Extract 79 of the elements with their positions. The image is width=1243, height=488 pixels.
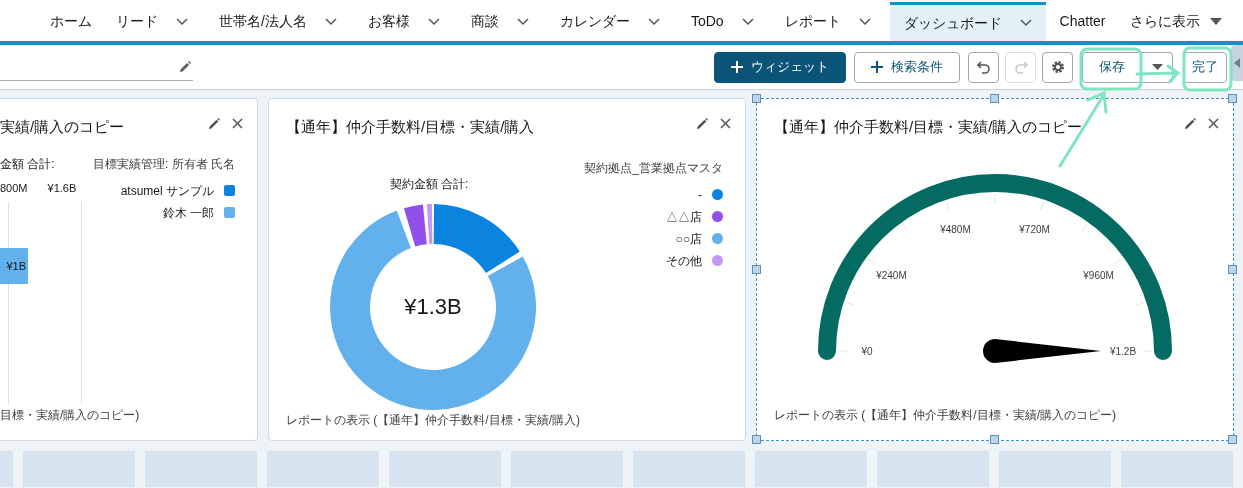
redo-icon: [1013, 60, 1028, 74]
nav-tab[interactable]: Chatter: [1059, 2, 1130, 41]
plus-icon: [871, 61, 883, 73]
measure-label: 金額 合計:: [0, 155, 56, 173]
report-link[interactable]: レポートの表示 (【通年】仲介手数料/目標・実績/購入): [269, 410, 745, 429]
gauge-tick-label: ¥240M: [876, 268, 907, 283]
annotation-arrow: [1135, 64, 1181, 83]
chevron-down-icon: [176, 17, 188, 26]
resize-handle[interactable]: [1228, 94, 1237, 103]
legend-label: △△店: [666, 208, 702, 226]
chevron-down-icon: [858, 17, 871, 26]
gear-icon: [1050, 60, 1065, 74]
pencil-icon: [1185, 118, 1196, 129]
nav-tab[interactable]: お客様: [367, 2, 471, 41]
nav-tab[interactable]: 商談: [470, 2, 560, 41]
gauge-tick-label: ¥480M: [940, 222, 971, 237]
legend-label: atsumel サンプル: [120, 182, 214, 200]
resize-handle[interactable]: [752, 94, 761, 103]
chevron-down-icon: [427, 17, 440, 26]
pencil-icon: [179, 60, 191, 73]
chevron-down-icon: [741, 17, 754, 26]
total-value: ¥1.3B: [404, 293, 462, 321]
measure-label: 契約金額 合計:: [389, 175, 469, 193]
resize-handle[interactable]: [1228, 264, 1237, 274]
report-link[interactable]: レポートの表示 (【通年】仲介手数料/目標・実績/購入のコピー): [757, 406, 1233, 424]
gauge-tick-label: ¥1.2B: [1109, 344, 1137, 358]
resize-handle[interactable]: [752, 264, 761, 274]
undo-icon: [976, 60, 991, 74]
nav-tab[interactable]: ホーム: [50, 2, 116, 41]
add-widget-button[interactable]: ウィジェット: [714, 51, 846, 83]
caret-down-icon: [1151, 64, 1163, 70]
legend-title: 目標実績管理: 所有者 氏名: [93, 155, 235, 173]
nav-tab[interactable]: リード: [116, 2, 219, 41]
axis-tick: ¥1.6B: [47, 180, 77, 196]
done-button[interactable]: 完了: [1183, 51, 1227, 83]
nav-tab[interactable]: レポート: [784, 2, 890, 41]
report-link[interactable]: 目標・実績/購入のコピー): [0, 406, 257, 424]
close-icon: [1208, 118, 1219, 129]
bar: ¥1B: [0, 248, 28, 284]
widget-card[interactable]: 実績/購入のコピー 金額 合計: 800M ¥1.6B ¥1B 目標実績管理: 所有者 氏名 atsumel サンプル 鈴木 一郎 目標・実績/購入のコピー): [0, 98, 258, 441]
legend-label: 鈴木 一郎: [162, 204, 214, 222]
widget-title: 【通年】仲介手数料/目標・実績/購入のコピー: [774, 117, 1083, 137]
close-icon: [232, 118, 243, 129]
collapse-icon: [1234, 58, 1240, 68]
caret-down-icon: [1209, 18, 1222, 25]
legend-label: ○○店: [675, 230, 702, 248]
widget-title: 【通年】仲介手数料/目標・実績/購入: [286, 117, 535, 137]
nav-tab[interactable]: ToDo: [690, 2, 785, 41]
nav-tab[interactable]: ダッシュボード: [889, 2, 1046, 41]
legend-title: 契約拠点_営業拠点マスタ: [584, 159, 723, 177]
undo-button[interactable]: [968, 51, 999, 83]
gauge-tick-label: ¥720M: [1019, 222, 1050, 237]
resize-handle[interactable]: [990, 94, 999, 103]
legend-label: -: [698, 186, 702, 204]
plus-icon: [731, 61, 743, 73]
more-menu[interactable]: さらに表示: [1129, 11, 1200, 32]
resize-handle[interactable]: [752, 435, 761, 444]
nav-tab[interactable]: カレンダー: [559, 2, 691, 41]
chevron-down-icon: [1019, 19, 1032, 27]
gauge-tick-label: ¥0: [861, 344, 873, 358]
settings-button[interactable]: [1042, 51, 1073, 83]
gauge-tick-label: ¥960M: [1083, 268, 1114, 283]
add-filter-button[interactable]: 検索条件: [854, 51, 960, 83]
pencil-icon: [209, 118, 220, 129]
highlight-frame: [1079, 47, 1143, 91]
save-button[interactable]: 保存: [1082, 51, 1142, 83]
highlight-frame: [1182, 46, 1233, 92]
close-icon: [720, 118, 731, 129]
widget-title: 実績/購入のコピー: [0, 117, 125, 137]
chevron-down-icon: [324, 17, 337, 26]
chevron-down-icon: [647, 17, 660, 26]
resize-handle[interactable]: [990, 435, 999, 444]
widget-card[interactable]: 【通年】仲介手数料/目標・実績/購入 契約金額 合計: ¥1.3B 契約拠点_営業拠点マスタ - △△店 ○○店 その他 レポートの表示 (【通年】仲介手数料/目標・実績/購入): [268, 98, 746, 441]
nav-tab[interactable]: 世帯名/法人名: [219, 2, 368, 41]
legend-label: その他: [666, 252, 702, 270]
chevron-down-icon: [516, 17, 529, 26]
resize-handle[interactable]: [1228, 435, 1237, 444]
pencil-icon: [697, 118, 708, 129]
axis-tick: 800M: [0, 180, 28, 196]
